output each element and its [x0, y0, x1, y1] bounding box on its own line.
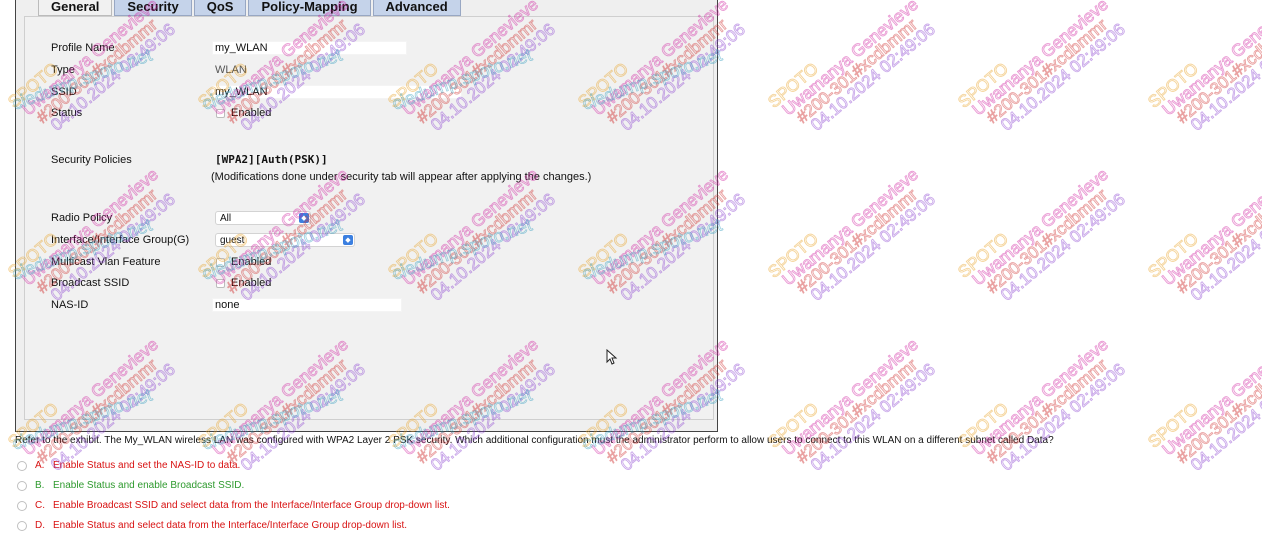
ssid-label: SSID [51, 86, 77, 98]
watermark-text: #200-301#xcdbmmr [983, 355, 1111, 467]
watermark-text: #200-301#xcdbmmr [1173, 355, 1262, 467]
watermark-tile: SPOTOUwamanya Genevieve#200-301#xcdbmmr0… [764, 334, 939, 475]
radio-policy-label: Radio Policy [51, 212, 113, 224]
radio-circle-icon [17, 460, 27, 471]
radio-circle-icon [17, 520, 27, 531]
watermark-text: Uwamanya Genevieve [1159, 335, 1262, 459]
watermark-text: 04.10.2024 02:49:06 [1187, 20, 1262, 135]
watermark-text: SPOTO [1144, 59, 1202, 112]
option-letter: B. [35, 480, 45, 491]
answer-option-d[interactable]: D. Enable Status and select data from th… [17, 520, 407, 531]
answer-option-c[interactable]: C. Enable Broadcast SSID and select data… [17, 500, 450, 511]
radio-policy-select[interactable]: All ◆ [215, 211, 311, 225]
updown-chevron-icon: ◆ [343, 235, 353, 245]
tab-general[interactable]: General [38, 0, 113, 16]
option-text: Enable Status and select data from the I… [53, 520, 408, 531]
watermark-text: Uwamanya Genevieve [779, 165, 922, 289]
option-letter: D. [35, 520, 45, 531]
question-text: Refer to the exhibit. The My_WLAN wirele… [15, 435, 1054, 446]
watermark-text: SPOTO [954, 229, 1012, 282]
tab-security[interactable]: Security [114, 0, 192, 16]
status-label: Status [51, 107, 83, 119]
watermark-text: #200-301#xcdbmmr [983, 15, 1111, 127]
answer-option-b[interactable]: B. Enable Status and enable Broadcast SS… [17, 480, 244, 491]
interface-select[interactable]: guest ◆ [215, 233, 355, 247]
watermark-text: 04.10.2024 02:49:06 [997, 360, 1129, 475]
nas-id-value: none [215, 299, 240, 311]
watermark-text: Uwamanya Genevieve [969, 165, 1112, 289]
watermark-text: 04.10.2024 02:49:06 [807, 190, 939, 305]
watermark-text: 04.10.2024 02:49:06 [997, 20, 1129, 135]
multicast-enabled-label: Enabled [231, 256, 272, 268]
status-checkbox[interactable] [216, 109, 225, 118]
broadcast-enabled-label: Enabled [231, 277, 272, 289]
multicast-checkbox[interactable] [216, 258, 225, 267]
watermark-text: #200-301#xcdbmmr [793, 185, 921, 297]
broadcast-label: Broadcast SSID [51, 277, 130, 289]
security-policies-label: Security Policies [51, 154, 132, 166]
updown-chevron-icon: ◆ [299, 213, 309, 223]
watermark-text: 04.10.2024 02:49:06 [807, 20, 939, 135]
option-letter: A. [35, 460, 45, 471]
watermark-text: #200-301#xcdbmmr [1173, 15, 1262, 127]
status-enabled-label: Enabled [231, 107, 272, 119]
tab-bar: General Security QoS Policy-Mapping Adva… [38, 0, 463, 17]
radio-circle-icon [17, 500, 27, 511]
profile-name-value: my_WLAN [215, 42, 268, 54]
watermark-tile: SPOTOUwamanya Genevieve#200-301#xcdbmmr0… [954, 164, 1129, 305]
option-text: Enable Broadcast SSID and select data fr… [53, 500, 450, 511]
nas-id-field[interactable] [212, 298, 402, 312]
tab-advanced[interactable]: Advanced [372, 0, 461, 16]
watermark-text: SPOTO [764, 229, 822, 282]
watermark-text: #200-301#xcdbmmr [983, 185, 1111, 297]
watermark-text: SPOTO [954, 59, 1012, 112]
watermark-text: 04.10.2024 02:49:06 [997, 190, 1129, 305]
watermark-text: SPOTO [1144, 229, 1202, 282]
option-text: Enable Status and enable Broadcast SSID. [53, 480, 245, 491]
broadcast-checkbox[interactable] [216, 279, 225, 288]
watermark-tile: SPOTOUwamanya Genevieve#200-301#xcdbmmr0… [954, 334, 1129, 475]
option-text: Enable Status and set the NAS-ID to data… [53, 460, 241, 471]
tab-qos[interactable]: QoS [193, 0, 247, 16]
multicast-label: Multicast Vlan Feature [51, 256, 161, 268]
radio-circle-icon [17, 480, 27, 491]
watermark-tile: SPOTOUwamanya Genevieve#200-301#xcdbmmr0… [1144, 334, 1262, 475]
ssid-value: my_WLAN [215, 86, 268, 98]
watermark-text: 04.10.2024 02:49:06 [1187, 360, 1262, 475]
watermark-text: 04.10.2024 02:49:06 [807, 360, 939, 475]
type-label: Type [51, 64, 75, 76]
tab-policy-mapping[interactable]: Policy-Mapping [248, 0, 371, 16]
radio-policy-value: All [220, 212, 232, 224]
security-note: (Modifications done under security tab w… [211, 171, 592, 183]
option-letter: C. [35, 500, 45, 511]
watermark-text: #200-301#xcdbmmr [1173, 185, 1262, 297]
watermark-text: SPOTO [764, 59, 822, 112]
profile-name-label: Profile Name [51, 42, 115, 54]
watermark-tile: SPOTOUwamanya Genevieve#200-301#xcdbmmr0… [1144, 164, 1262, 305]
interface-label: Interface/Interface Group(G) [51, 234, 190, 246]
nas-id-label: NAS-ID [51, 299, 89, 311]
watermark-tile: SPOTOUwamanya Genevieve#200-301#xcdbmmr0… [1144, 0, 1262, 135]
watermark-text: 04.10.2024 02:49:06 [1187, 190, 1262, 305]
watermark-text: #200-301#xcdbmmr [793, 355, 921, 467]
interface-value: guest [220, 234, 245, 246]
answer-option-a[interactable]: A. Enable Status and set the NAS-ID to d… [17, 460, 240, 471]
watermark-text: Uwamanya Genevieve [779, 0, 922, 119]
watermark-text: #200-301#xcdbmmr [793, 15, 921, 127]
watermark-text: Uwamanya Genevieve [969, 0, 1112, 119]
watermark-tile: SPOTOUwamanya Genevieve#200-301#xcdbmmr0… [764, 164, 939, 305]
watermark-text: SPOTO [1144, 399, 1202, 452]
watermark-tile: SPOTOUwamanya Genevieve#200-301#xcdbmmr0… [954, 0, 1129, 135]
wlan-config-panel: General Security QoS Policy-Mapping Adva… [15, 0, 718, 432]
watermark-tile: SPOTOUwamanya Genevieve#200-301#xcdbmmr0… [764, 0, 939, 135]
mouse-pointer-icon [606, 349, 618, 365]
watermark-text: Uwamanya Genevieve [1159, 0, 1262, 119]
watermark-text: Uwamanya Genevieve [1159, 165, 1262, 289]
type-value: WLAN [215, 64, 247, 76]
security-policies-value: [WPA2][Auth(PSK)] [215, 153, 328, 166]
